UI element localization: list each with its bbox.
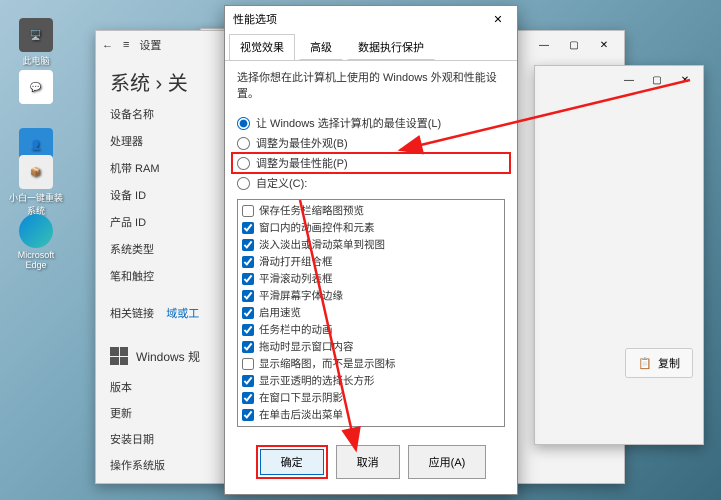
tab-advanced[interactable]: 高级 [299,34,343,60]
radio-custom-input[interactable] [237,177,250,190]
check-label: 任务栏中的动画 [259,322,333,337]
cancel-button[interactable]: 取消 [336,445,400,479]
maximize-button[interactable]: ▢ [560,34,588,56]
radio-custom[interactable]: 自定义(C): [237,175,505,191]
ok-button-highlight: 确定 [256,445,328,479]
check-input[interactable] [242,358,254,370]
desktop-icon-label: 此电脑 [22,54,49,67]
radio-best-performance-label: 调整为最佳性能(P) [256,155,348,171]
check-row[interactable]: 在单击后淡出菜单 [240,406,502,423]
visual-effects-checklist[interactable]: 保存任务栏缩略图预览窗口内的动画控件和元素淡入淡出或滑动菜单到视图滑动打开组合框… [237,199,505,427]
dialog-tabs: 视觉效果 高级 数据执行保护 [225,32,517,61]
dialog-content: 选择你想在此计算机上使用的 Windows 外观和性能设置。 让 Windows… [225,61,517,435]
check-label: 窗口内的动画控件和元素 [259,220,375,235]
check-label: 显示缩略图，而不是显示图标 [259,356,396,371]
check-row[interactable]: 滑动打开组合框 [240,253,502,270]
dialog-description: 选择你想在此计算机上使用的 Windows 外观和性能设置。 [237,69,505,101]
copy-button[interactable]: 📋 复制 [625,348,693,378]
close-button[interactable]: ✕ [671,69,699,91]
minimize-button[interactable]: — [615,69,643,91]
desktop-icon-label: Microsoft Edge [6,250,66,270]
check-row[interactable]: 保存任务栏缩略图预览 [240,202,502,219]
tab-visual-effects[interactable]: 视觉效果 [229,34,295,60]
copy-button-label: 复制 [658,355,680,371]
check-row[interactable]: 启用速览 [240,304,502,321]
check-label: 保存任务栏缩略图预览 [259,203,364,218]
check-label: 平滑屏幕字体边缘 [259,288,343,303]
check-label: 启用速览 [259,305,301,320]
edge-icon [19,214,53,248]
domain-link[interactable]: 域或工 [166,308,199,320]
radio-best-performance-input[interactable] [237,157,250,170]
settings-title: 设置 [139,37,161,53]
check-input[interactable] [242,392,254,404]
check-input[interactable] [242,222,254,234]
partial-right-window: — ▢ ✕ 📋 复制 [534,65,704,445]
ok-button[interactable]: 确定 [260,449,324,475]
check-input[interactable] [242,205,254,217]
radio-best-look[interactable]: 调整为最佳外观(B) [237,135,505,151]
check-label: 滑动打开组合框 [259,254,333,269]
check-label: 显示亚透明的选择长方形 [259,373,375,388]
performance-options-dialog: 性能选项 ✕ 视觉效果 高级 数据执行保护 选择你想在此计算机上使用的 Wind… [224,5,518,495]
dialog-title: 性能选项 [233,11,277,27]
check-label: 在视图中淡入淡出或滑动工具提示 [259,424,417,427]
check-input[interactable] [242,273,254,285]
check-row[interactable]: 窗口内的动画控件和元素 [240,219,502,236]
check-row[interactable]: 淡入淡出或滑动菜单到视图 [240,236,502,253]
dialog-button-row: 确定 取消 应用(A) [225,435,517,491]
desktop-icon-xiaobai[interactable]: 📦 小白一键重装系统 [6,155,66,217]
check-row[interactable]: 在视图中淡入淡出或滑动工具提示 [240,423,502,427]
check-input[interactable] [242,324,254,336]
tab-dep[interactable]: 数据执行保护 [347,34,435,60]
check-input[interactable] [242,290,254,302]
check-label: 淡入淡出或滑动菜单到视图 [259,237,385,252]
check-label: 平滑滚动列表框 [259,271,333,286]
check-input[interactable] [242,239,254,251]
check-input[interactable] [242,409,254,421]
apply-button[interactable]: 应用(A) [408,445,487,479]
check-row[interactable]: 显示缩略图，而不是显示图标 [240,355,502,372]
copy-icon: 📋 [638,357,652,370]
radio-best-look-label: 调整为最佳外观(B) [256,135,348,151]
check-row[interactable]: 显示亚透明的选择长方形 [240,372,502,389]
check-input[interactable] [242,307,254,319]
performance-radio-group: 让 Windows 选择计算机的最佳设置(L) 调整为最佳外观(B) 调整为最佳… [237,115,505,191]
check-row[interactable]: 任务栏中的动画 [240,321,502,338]
menu-button[interactable]: ≡ [123,39,129,51]
check-row[interactable]: 平滑滚动列表框 [240,270,502,287]
wechat-icon: 💬 [19,70,53,104]
radio-auto[interactable]: 让 Windows 选择计算机的最佳设置(L) [237,115,505,131]
maximize-button[interactable]: ▢ [643,69,671,91]
desktop-icon-wechat[interactable]: 💬 [6,70,66,106]
minimize-button[interactable]: — [530,34,558,56]
radio-auto-input[interactable] [237,117,250,130]
radio-auto-label: 让 Windows 选择计算机的最佳设置(L) [256,115,441,131]
check-row[interactable]: 平滑屏幕字体边缘 [240,287,502,304]
dialog-close-button[interactable]: ✕ [487,9,509,29]
check-label: 在单击后淡出菜单 [259,407,343,422]
close-button[interactable]: ✕ [590,34,618,56]
windows-spec-label: Windows 规 [136,348,200,365]
check-label: 在窗口下显示阴影 [259,390,343,405]
reinstall-icon: 📦 [19,155,53,189]
check-input[interactable] [242,256,254,268]
desktop-icon-this-pc[interactable]: 🖥️ 此电脑 [6,18,66,67]
desktop-icon-edge[interactable]: Microsoft Edge [6,214,66,270]
related-links-label: 相关链接 [110,308,154,320]
radio-best-look-input[interactable] [237,137,250,150]
check-input[interactable] [242,375,254,387]
windows-logo-icon [110,347,128,365]
dialog-titlebar: 性能选项 ✕ [225,6,517,32]
monitor-icon: 🖥️ [19,18,53,52]
check-input[interactable] [242,426,254,428]
radio-best-performance[interactable]: 调整为最佳性能(P) [231,152,511,174]
check-input[interactable] [242,341,254,353]
check-row[interactable]: 拖动时显示窗口内容 [240,338,502,355]
radio-custom-label: 自定义(C): [256,175,307,191]
back-button[interactable]: ← [102,39,113,51]
check-label: 拖动时显示窗口内容 [259,339,354,354]
check-row[interactable]: 在窗口下显示阴影 [240,389,502,406]
